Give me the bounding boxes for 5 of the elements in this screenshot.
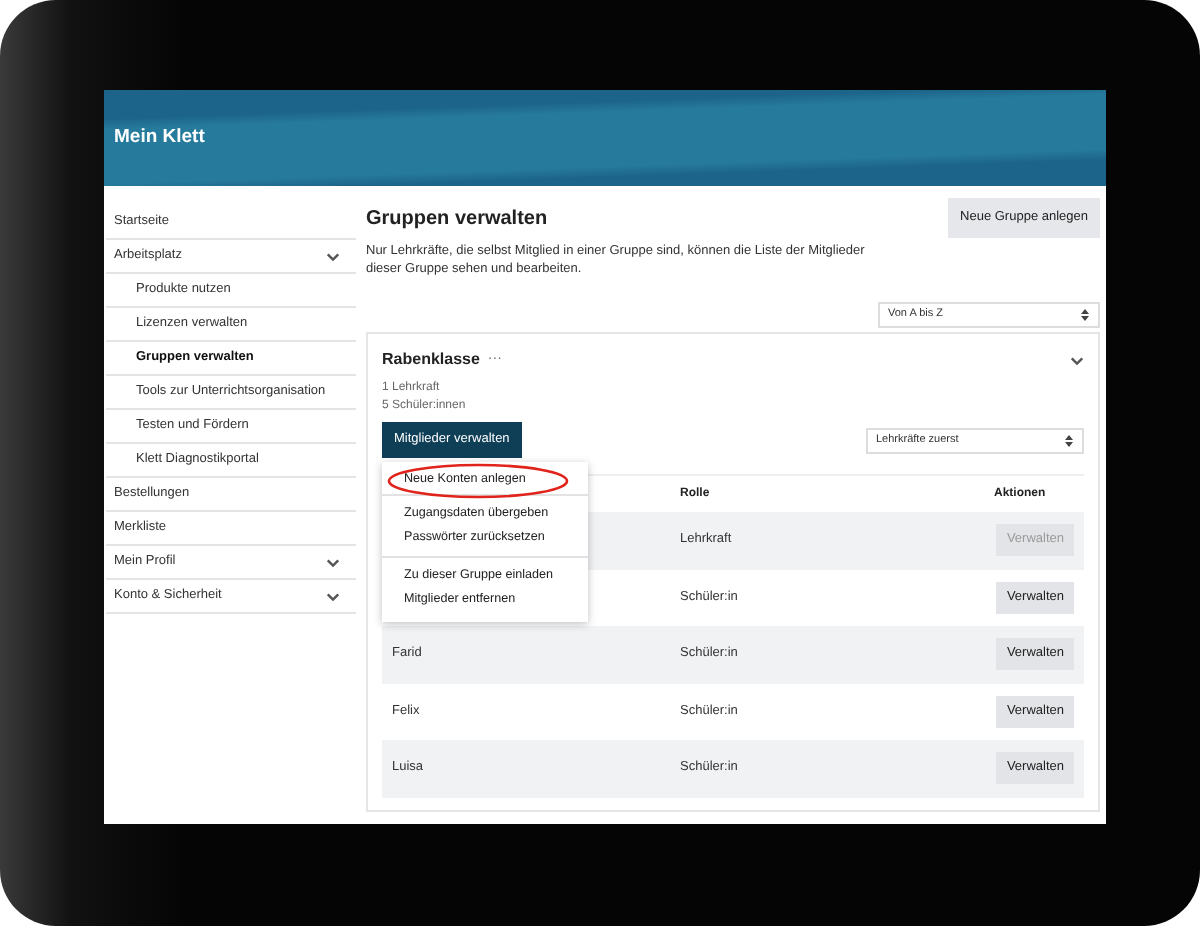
group-name: Rabenklasse [382,348,480,372]
select-arrows-icon [1064,433,1074,447]
select-arrows-icon [1080,308,1090,322]
site-title[interactable]: Mein Klett [114,123,205,153]
page-title: Gruppen verwalten [366,206,550,234]
